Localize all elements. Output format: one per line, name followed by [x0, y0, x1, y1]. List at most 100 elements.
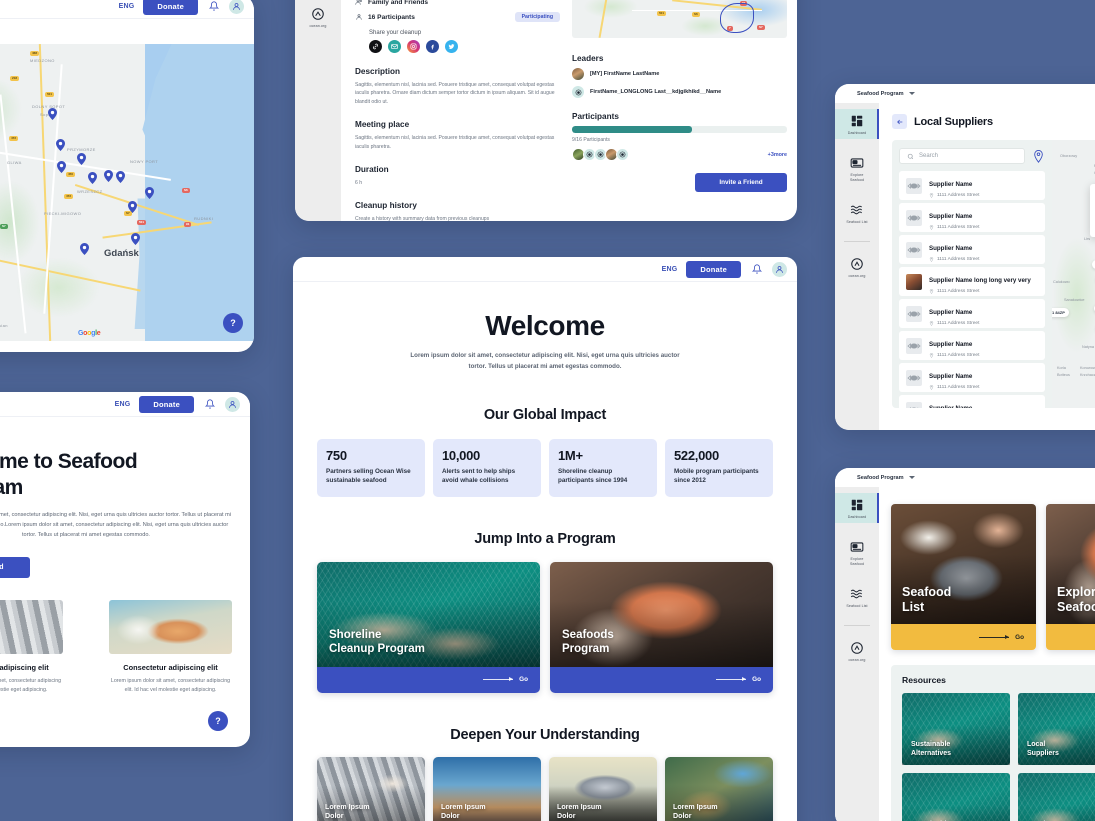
email-icon[interactable] — [388, 40, 401, 53]
map-pin[interactable] — [131, 233, 140, 245]
sidebar-item-seafood-list[interactable]: Seafood List — [835, 198, 879, 228]
cleanup-left-column: Family and Friends 16 Participants Parti… — [355, 0, 560, 221]
resource-card[interactable]: Local Suppliers — [1018, 693, 1095, 765]
supplier-info-popup[interactable]: Supplier lo +10586587450 1111 Address St… — [1090, 184, 1095, 237]
language-selector[interactable]: ENG — [662, 266, 678, 273]
language-selector[interactable]: ENG — [119, 3, 135, 10]
bell-icon[interactable] — [203, 398, 216, 411]
chevron-down-icon[interactable] — [908, 92, 915, 95]
leader-row[interactable]: FirstName_LONGLONG Last__kdjgikhikd__Nam… — [572, 86, 787, 98]
map-pin[interactable] — [128, 201, 137, 213]
map-place-tag[interactable]: 1 84ZP — [1052, 308, 1069, 317]
sidebar-item-dashboard[interactable]: Dashboard — [835, 109, 879, 140]
map-pin[interactable] — [88, 172, 97, 184]
map-pin[interactable] — [57, 161, 66, 173]
sidebar-item-explore-seafood[interactable]: Explore Seafood — [835, 151, 879, 186]
avatar — [572, 68, 584, 80]
supplier-list[interactable]: Search Supplier Name 1111 Address Street — [892, 140, 1052, 408]
resources-grid: Sustainable Alternatives Local Suppliers… — [902, 693, 1095, 821]
article-card[interactable]: Lorem Ipsum Dolor View — [317, 756, 425, 821]
sidebar-item-ocean-org[interactable]: ocean.org — [835, 252, 879, 282]
invite-a-friend-button[interactable]: Invite a Friend — [695, 173, 787, 192]
resource-card[interactable]: Sustainable Alternatives — [902, 693, 1010, 765]
search-input[interactable]: Search — [899, 148, 1025, 164]
resource-card[interactable]: Local Suppliers — [1018, 773, 1095, 821]
supplier-address-text: 1111 Address Street — [937, 289, 980, 294]
program-card-cta[interactable]: Go — [317, 666, 540, 693]
sidebar-item-seafood-list[interactable]: Seafood List — [835, 582, 879, 612]
article-card[interactable]: Lorem Ipsum Dolor View — [433, 756, 541, 821]
map-pin[interactable] — [145, 187, 154, 199]
map-pin[interactable] — [116, 171, 125, 183]
program-card-cta[interactable]: Go — [550, 666, 773, 693]
suppliers-map[interactable]: Oborzowy Nabiki Fwidowo Gmienie Lirs Bho… — [1052, 140, 1095, 408]
supplier-address: 1111 Address Street — [929, 385, 979, 390]
stat-card: 10,000 Alerts sent to help ships avoid w… — [433, 438, 541, 497]
dashboard-main: Seafood List Go Explore Seafood — [879, 487, 1095, 821]
map-pin[interactable] — [48, 108, 57, 120]
map-area-label: GLIWA — [7, 160, 22, 165]
instagram-icon[interactable] — [407, 40, 420, 53]
map-pin[interactable] — [104, 170, 113, 182]
participant-avatar-row: +3more — [572, 148, 787, 161]
donate-button[interactable]: Donate — [143, 0, 198, 15]
supplier-thumbnail-placeholder-icon — [906, 177, 922, 194]
map-body[interactable]: 468 218 501 S6 472 214 450 472 S7 501 S6… — [0, 44, 254, 341]
feature-card[interactable]: Consectetur adipiscing elit Lorem ipsum … — [109, 599, 232, 695]
article-card[interactable]: Lorem Ipsum Dolor View — [665, 756, 773, 821]
supplier-thumbnail-placeholder-icon — [906, 305, 922, 322]
list-item[interactable]: Supplier Name 1111 Address Street — [899, 363, 1045, 392]
avatar-placeholder-icon[interactable] — [616, 148, 629, 161]
sidebar-item-explore-seafood[interactable]: Explore Seafood — [835, 535, 879, 570]
map-canvas[interactable]: 468 218 501 S6 472 214 450 472 S7 501 S6… — [0, 44, 254, 341]
list-item[interactable]: Supplier Name 1111 Address Street — [899, 331, 1045, 360]
bell-icon[interactable] — [750, 263, 763, 276]
leader-row[interactable]: [MY] FirstName LastName — [572, 68, 787, 80]
program-card-shoreline-cleanup[interactable]: Shoreline Cleanup Program Go — [317, 561, 540, 693]
sidebar-item-dashboard[interactable]: Dashboard — [835, 493, 879, 524]
help-button[interactable]: ? — [223, 313, 243, 333]
help-button[interactable]: ? — [208, 711, 228, 731]
link-icon[interactable] — [369, 40, 382, 53]
twitter-icon[interactable] — [445, 40, 458, 53]
sidebar-item-ocean-org[interactable]: ocean.org — [835, 636, 879, 666]
list-item[interactable]: Supplier Name 1111 Address Street — [899, 235, 1045, 264]
dashboard-card-cta[interactable]: Go — [891, 624, 1036, 650]
article-card[interactable]: Lorem Ipsum Dolor View — [549, 756, 657, 821]
resource-card[interactable]: Sustainable Alternatives — [902, 773, 1010, 821]
page-title: Welcome — [485, 310, 605, 341]
dashboard-card-seafood-list[interactable]: Seafood List Go — [891, 504, 1036, 650]
list-item[interactable]: Supplier Name 1111 Address Street — [899, 171, 1045, 200]
facebook-icon[interactable] — [426, 40, 439, 53]
impact-stats: 750 Partners selling Ocean Wise sustaina… — [317, 438, 773, 497]
cleanup-location-map[interactable]: S6 91 7 S7 501 — [572, 0, 787, 38]
map-pin-icon[interactable] — [1031, 148, 1045, 164]
user-avatar-icon[interactable] — [225, 396, 240, 412]
program-card-seafoods[interactable]: Seafoods Program Go — [550, 561, 773, 693]
feature-card[interactable]: Consectetur adipiscing elit Lorem ipsum … — [0, 599, 63, 695]
map-pin[interactable] — [77, 153, 86, 165]
supplier-address-text: 1111 Address Street — [937, 225, 980, 230]
list-item[interactable]: Supplier Name 1111 Address Street — [899, 203, 1045, 232]
user-avatar-icon[interactable] — [772, 261, 787, 277]
map-pin[interactable] — [80, 243, 89, 255]
more-participants-link[interactable]: +3more — [768, 152, 787, 158]
user-avatar-icon[interactable] — [229, 0, 244, 14]
language-selector[interactable]: ENG — [115, 401, 131, 408]
map-pin[interactable] — [56, 139, 65, 151]
donate-button[interactable]: Donate — [139, 395, 194, 413]
list-item[interactable]: Supplier Name 1111 Address Street — [899, 395, 1045, 408]
get-started-button[interactable]: Get started — [0, 556, 30, 578]
arrow-left-icon[interactable] — [892, 114, 907, 129]
bell-icon[interactable] — [207, 0, 220, 13]
list-item[interactable]: Supplier Name 1111 Address Street — [899, 299, 1045, 328]
status-badge: Participating — [514, 12, 560, 22]
dashboard-card-cta[interactable]: Go — [1046, 624, 1095, 650]
chevron-down-icon[interactable] — [908, 476, 915, 479]
dashboard-card-explore-seafood[interactable]: Explore Seafood Go — [1046, 504, 1095, 650]
list-item[interactable]: Supplier Name long long very very 1111 A… — [899, 267, 1045, 296]
supplier-address-text: 1111 Address Street — [937, 257, 980, 262]
donate-button[interactable]: Donate — [686, 260, 741, 278]
map-area-label: WRZESZCZ — [77, 189, 103, 194]
sidebar-item-ocean-org[interactable]: ocean.org — [310, 6, 327, 28]
